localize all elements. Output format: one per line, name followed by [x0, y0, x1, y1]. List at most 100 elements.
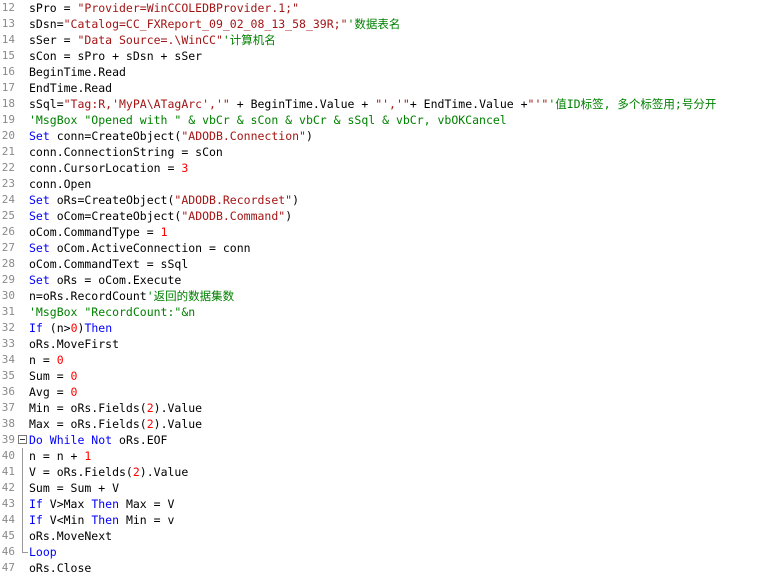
- keyword-token: Loop: [29, 545, 57, 559]
- code-text[interactable]: conn.CursorLocation = 3: [29, 160, 188, 176]
- code-text[interactable]: sPro = "Provider=WinCCOLEDBProvider.1;": [29, 0, 299, 16]
- number-token: 0: [70, 369, 78, 383]
- code-text[interactable]: Max = oRs.Fields(2).Value: [29, 416, 202, 432]
- code-token: oRs=CreateObject(: [49, 193, 175, 207]
- code-area[interactable]: 12 sPro = "Provider=WinCCOLEDBProvider.1;…: [0, 0, 759, 576]
- code-line[interactable]: 12 sPro = "Provider=WinCCOLEDBProvider.1;…: [0, 0, 759, 16]
- line-number: 47: [1, 561, 15, 574]
- code-line[interactable]: 38 Max = oRs.Fields(2).Value: [0, 416, 759, 432]
- code-line[interactable]: 23 conn.Open: [0, 176, 759, 192]
- code-text[interactable]: Set oCom.ActiveConnection = conn: [29, 240, 251, 256]
- code-line[interactable]: 43 If V>Max Then Max = V: [0, 496, 759, 512]
- code-text[interactable]: EndTime.Read: [29, 80, 112, 96]
- code-token: Sum = Sum + V: [29, 481, 120, 495]
- code-line[interactable]: 47 oRs.Close: [0, 560, 759, 576]
- code-text[interactable]: 'MsgBox "RecordCount:"&n: [29, 304, 195, 320]
- code-line[interactable]: 21 conn.ConnectionString = sCon: [0, 144, 759, 160]
- code-text[interactable]: If V>Max Then Max = V: [29, 496, 174, 512]
- code-line[interactable]: 37 Min = oRs.Fields(2).Value: [0, 400, 759, 416]
- code-text[interactable]: If V<Min Then Min = v: [29, 512, 174, 528]
- code-line[interactable]: 45 oRs.MoveNext: [0, 528, 759, 544]
- keyword-token: Then: [84, 321, 113, 335]
- code-token: Min = v: [119, 513, 175, 527]
- code-text[interactable]: V = oRs.Fields(2).Value: [29, 464, 188, 480]
- code-line[interactable]: 13 sDsn="Catalog=CC_FXReport_09_02_08_13_…: [0, 16, 759, 32]
- code-text[interactable]: sSer = "Data Source=.\WinCC"'计算机名: [29, 32, 276, 48]
- code-text[interactable]: BeginTime.Read: [29, 64, 126, 80]
- code-line[interactable]: 35 Sum = 0: [0, 368, 759, 384]
- code-line[interactable]: 27 Set oCom.ActiveConnection = conn: [0, 240, 759, 256]
- code-line[interactable]: 19 'MsgBox "Opened with " & vbCr & sCon &…: [0, 112, 759, 128]
- code-line[interactable]: 14 sSer = "Data Source=.\WinCC"'计算机名: [0, 32, 759, 48]
- line-number: 15: [1, 49, 15, 62]
- code-line[interactable]: 41 V = oRs.Fields(2).Value: [0, 464, 759, 480]
- code-line[interactable]: 46 Loop: [0, 544, 759, 560]
- code-line[interactable]: 36 Avg = 0: [0, 384, 759, 400]
- code-text[interactable]: If (n>0)Then: [29, 320, 112, 336]
- code-text[interactable]: oRs.Close: [29, 560, 91, 576]
- code-editor[interactable]: 12 sPro = "Provider=WinCCOLEDBProvider.1;…: [0, 0, 759, 577]
- fold-collapse-icon[interactable]: [18, 432, 27, 448]
- line-number: 27: [1, 241, 15, 254]
- code-line[interactable]: 28 oCom.CommandText = sSql: [0, 256, 759, 272]
- code-line[interactable]: 39 Do While Not oRs.EOF: [0, 432, 759, 448]
- line-number: 40: [1, 449, 15, 462]
- code-line[interactable]: 17 EndTime.Read: [0, 80, 759, 96]
- code-text[interactable]: Avg = 0: [29, 384, 77, 400]
- code-text[interactable]: Set conn=CreateObject("ADODB.Connection"…: [29, 128, 313, 144]
- line-number: 18: [1, 97, 15, 110]
- code-text[interactable]: conn.ConnectionString = sCon: [29, 144, 223, 160]
- code-text[interactable]: Sum = Sum + V: [29, 480, 119, 496]
- code-text[interactable]: Min = oRs.Fields(2).Value: [29, 400, 202, 416]
- code-text[interactable]: oCom.CommandType = 1: [29, 224, 168, 240]
- code-line[interactable]: 31 'MsgBox "RecordCount:"&n: [0, 304, 759, 320]
- code-line[interactable]: 26 oCom.CommandType = 1: [0, 224, 759, 240]
- code-text[interactable]: oRs.MoveNext: [29, 528, 112, 544]
- code-line[interactable]: 16 BeginTime.Read: [0, 64, 759, 80]
- comment-token: 'MsgBox "Opened with " & vbCr & sCon & v…: [29, 113, 507, 127]
- code-text[interactable]: n = n + 1: [29, 448, 91, 464]
- code-line[interactable]: 30 n=oRs.RecordCount'返回的数据集数: [0, 288, 759, 304]
- code-line[interactable]: 29 Set oRs = oCom.Execute: [0, 272, 759, 288]
- string-token: "ADODB.Recordset": [174, 193, 293, 207]
- code-token: n=oRs.RecordCount: [29, 289, 147, 303]
- code-text[interactable]: conn.Open: [29, 176, 91, 192]
- code-token: oRs.MoveFirst: [29, 337, 120, 351]
- code-text[interactable]: oCom.CommandText = sSql: [29, 256, 188, 272]
- code-text[interactable]: Set oRs=CreateObject("ADODB.Recordset"): [29, 192, 299, 208]
- code-line[interactable]: 20 Set conn=CreateObject("ADODB.Connectio…: [0, 128, 759, 144]
- code-text[interactable]: Sum = 0: [29, 368, 77, 384]
- code-text[interactable]: sSql="Tag:R,'MyPA\ATagArc','" + BeginTim…: [29, 96, 716, 112]
- string-token: "ADODB.Command": [181, 209, 286, 223]
- code-line[interactable]: 34 n = 0: [0, 352, 759, 368]
- code-line[interactable]: 22 conn.CursorLocation = 3: [0, 160, 759, 176]
- code-line[interactable]: 15 sCon = sPro + sDsn + sSer: [0, 48, 759, 64]
- string-token: "Provider=WinCCOLEDBProvider.1;": [77, 1, 300, 15]
- code-token: + BeginTime.Value +: [229, 97, 376, 111]
- code-text[interactable]: n=oRs.RecordCount'返回的数据集数: [29, 288, 234, 304]
- code-token: oRs.EOF: [112, 433, 168, 447]
- code-line[interactable]: 40 n = n + 1: [0, 448, 759, 464]
- code-text[interactable]: 'MsgBox "Opened with " & vbCr & sCon & v…: [29, 112, 507, 128]
- code-text[interactable]: sDsn="Catalog=CC_FXReport_09_02_08_13_58…: [29, 16, 400, 32]
- line-number: 13: [1, 17, 15, 30]
- code-text[interactable]: Loop: [29, 544, 57, 560]
- code-line[interactable]: 18 sSql="Tag:R,'MyPA\ATagArc','" + BeginT…: [0, 96, 759, 112]
- code-text[interactable]: n = 0: [29, 352, 64, 368]
- code-text[interactable]: Set oRs = oCom.Execute: [29, 272, 181, 288]
- code-line[interactable]: 24 Set oRs=CreateObject("ADODB.Recordset"…: [0, 192, 759, 208]
- code-line[interactable]: 32 If (n>0)Then: [0, 320, 759, 336]
- code-line[interactable]: 33 oRs.MoveFirst: [0, 336, 759, 352]
- code-text[interactable]: Set oCom=CreateObject("ADODB.Command"): [29, 208, 292, 224]
- code-line[interactable]: 25 Set oCom=CreateObject("ADODB.Command"): [0, 208, 759, 224]
- code-line[interactable]: 44 If V<Min Then Min = v: [0, 512, 759, 528]
- code-text[interactable]: sCon = sPro + sDsn + sSer: [29, 48, 202, 64]
- line-number: 38: [1, 417, 15, 430]
- code-text[interactable]: oRs.MoveFirst: [29, 336, 119, 352]
- code-text[interactable]: Do While Not oRs.EOF: [29, 432, 167, 448]
- code-line[interactable]: 42 Sum = Sum + V: [0, 480, 759, 496]
- code-token: V = oRs.Fields(: [29, 465, 133, 479]
